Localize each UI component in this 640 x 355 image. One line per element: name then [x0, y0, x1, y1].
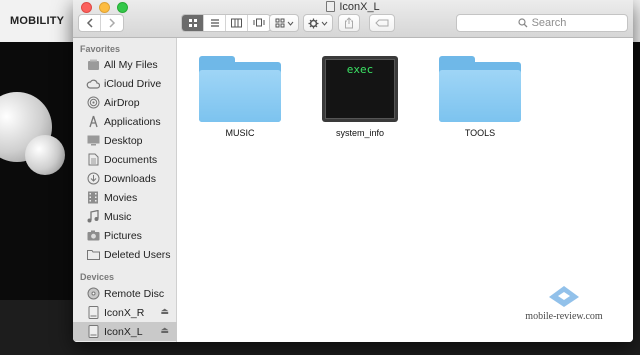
list-view-button[interactable]: [204, 15, 226, 31]
column-view-button[interactable]: [226, 15, 248, 31]
drive-icon: [326, 1, 336, 12]
file-name: MUSIC: [225, 128, 255, 138]
file-item-tools[interactable]: TOOLS: [430, 56, 530, 138]
search-placeholder: Search: [531, 17, 567, 29]
sidebar-item-icloud-drive[interactable]: iCloud Drive: [73, 74, 177, 93]
window-title: IconX_L: [73, 1, 633, 13]
drive-icon: [86, 325, 100, 339]
back-button[interactable]: [79, 15, 101, 31]
sidebar: Favorites All My Files iCloud Drive AirD…: [73, 38, 177, 342]
share-button[interactable]: [338, 14, 360, 32]
favorites-header: Favorites: [80, 44, 121, 54]
chevron-down-icon: [287, 21, 293, 26]
tags-button[interactable]: [369, 14, 395, 32]
forward-button[interactable]: [101, 15, 123, 31]
eject-icon[interactable]: ⏏: [160, 325, 169, 336]
share-icon: [345, 17, 353, 29]
tag-icon: [375, 19, 389, 27]
disc-icon: [86, 287, 100, 301]
list-view-icon: [210, 19, 219, 27]
sidebar-item-documents[interactable]: Documents: [73, 150, 177, 169]
downloads-icon: [86, 172, 100, 186]
folder-icon: [439, 56, 521, 122]
watermark-logo-icon: [545, 283, 583, 309]
icon-view-icon: [188, 19, 197, 27]
sidebar-item-iconx-r[interactable]: IconX_R ⏏: [73, 303, 177, 322]
navigation-buttons: [78, 14, 124, 32]
earbud-image-tip: [25, 135, 65, 175]
exec-badge: exec: [325, 59, 395, 119]
chevron-left-icon: [86, 18, 93, 28]
site-nav-label[interactable]: MOBILITY: [10, 15, 64, 27]
applications-icon: [86, 115, 100, 129]
cloud-icon: [86, 77, 100, 91]
window-title-text: IconX_L: [339, 1, 380, 13]
sidebar-item-remote-disc[interactable]: Remote Disc: [73, 284, 177, 303]
search-icon: [517, 18, 528, 28]
action-menu-button[interactable]: [303, 14, 333, 32]
chevron-right-icon: [109, 18, 116, 28]
watermark: mobile-review.com: [514, 283, 614, 322]
arrange-icon: [275, 18, 284, 28]
coverflow-view-button[interactable]: [248, 15, 270, 31]
chevron-down-icon: [321, 21, 328, 26]
eject-icon[interactable]: ⏏: [160, 306, 169, 317]
movies-icon: [86, 191, 100, 205]
desktop-icon: [86, 134, 100, 148]
icon-view-button[interactable]: [182, 15, 204, 31]
arrange-button[interactable]: [269, 14, 299, 32]
sidebar-item-airdrop[interactable]: AirDrop: [73, 93, 177, 112]
airdrop-icon: [86, 96, 100, 110]
music-icon: [86, 210, 100, 224]
sidebar-item-movies[interactable]: Movies: [73, 188, 177, 207]
sidebar-item-music[interactable]: Music: [73, 207, 177, 226]
sidebar-item-pictures[interactable]: Pictures: [73, 226, 177, 245]
documents-icon: [86, 153, 100, 167]
watermark-text: mobile-review.com: [525, 311, 603, 322]
window-titlebar: IconX_L Search: [73, 0, 633, 38]
pictures-icon: [86, 229, 100, 243]
sidebar-item-all-my-files[interactable]: All My Files: [73, 55, 177, 74]
file-item-system-info[interactable]: exec system_info: [310, 56, 410, 138]
coverflow-view-icon: [253, 18, 265, 27]
sidebar-item-deleted-users[interactable]: Deleted Users: [73, 245, 177, 264]
sidebar-item-iconx-l[interactable]: IconX_L ⏏: [73, 322, 177, 341]
view-mode-control: [181, 14, 271, 32]
gear-icon: [308, 18, 319, 28]
executable-icon: exec: [322, 56, 398, 122]
column-view-icon: [231, 18, 242, 28]
file-item-music[interactable]: MUSIC: [190, 56, 290, 138]
sidebar-item-downloads[interactable]: Downloads: [73, 169, 177, 188]
file-name: system_info: [335, 128, 385, 138]
all-files-icon: [86, 58, 100, 72]
sidebar-item-desktop[interactable]: Desktop: [73, 131, 177, 150]
sidebar-item-applications[interactable]: Applications: [73, 112, 177, 131]
folder-icon: [86, 248, 100, 262]
devices-header: Devices: [80, 272, 115, 282]
search-field[interactable]: Search: [456, 14, 628, 32]
folder-icon: [199, 56, 281, 122]
drive-icon: [86, 306, 100, 320]
file-name: TOOLS: [464, 128, 496, 138]
